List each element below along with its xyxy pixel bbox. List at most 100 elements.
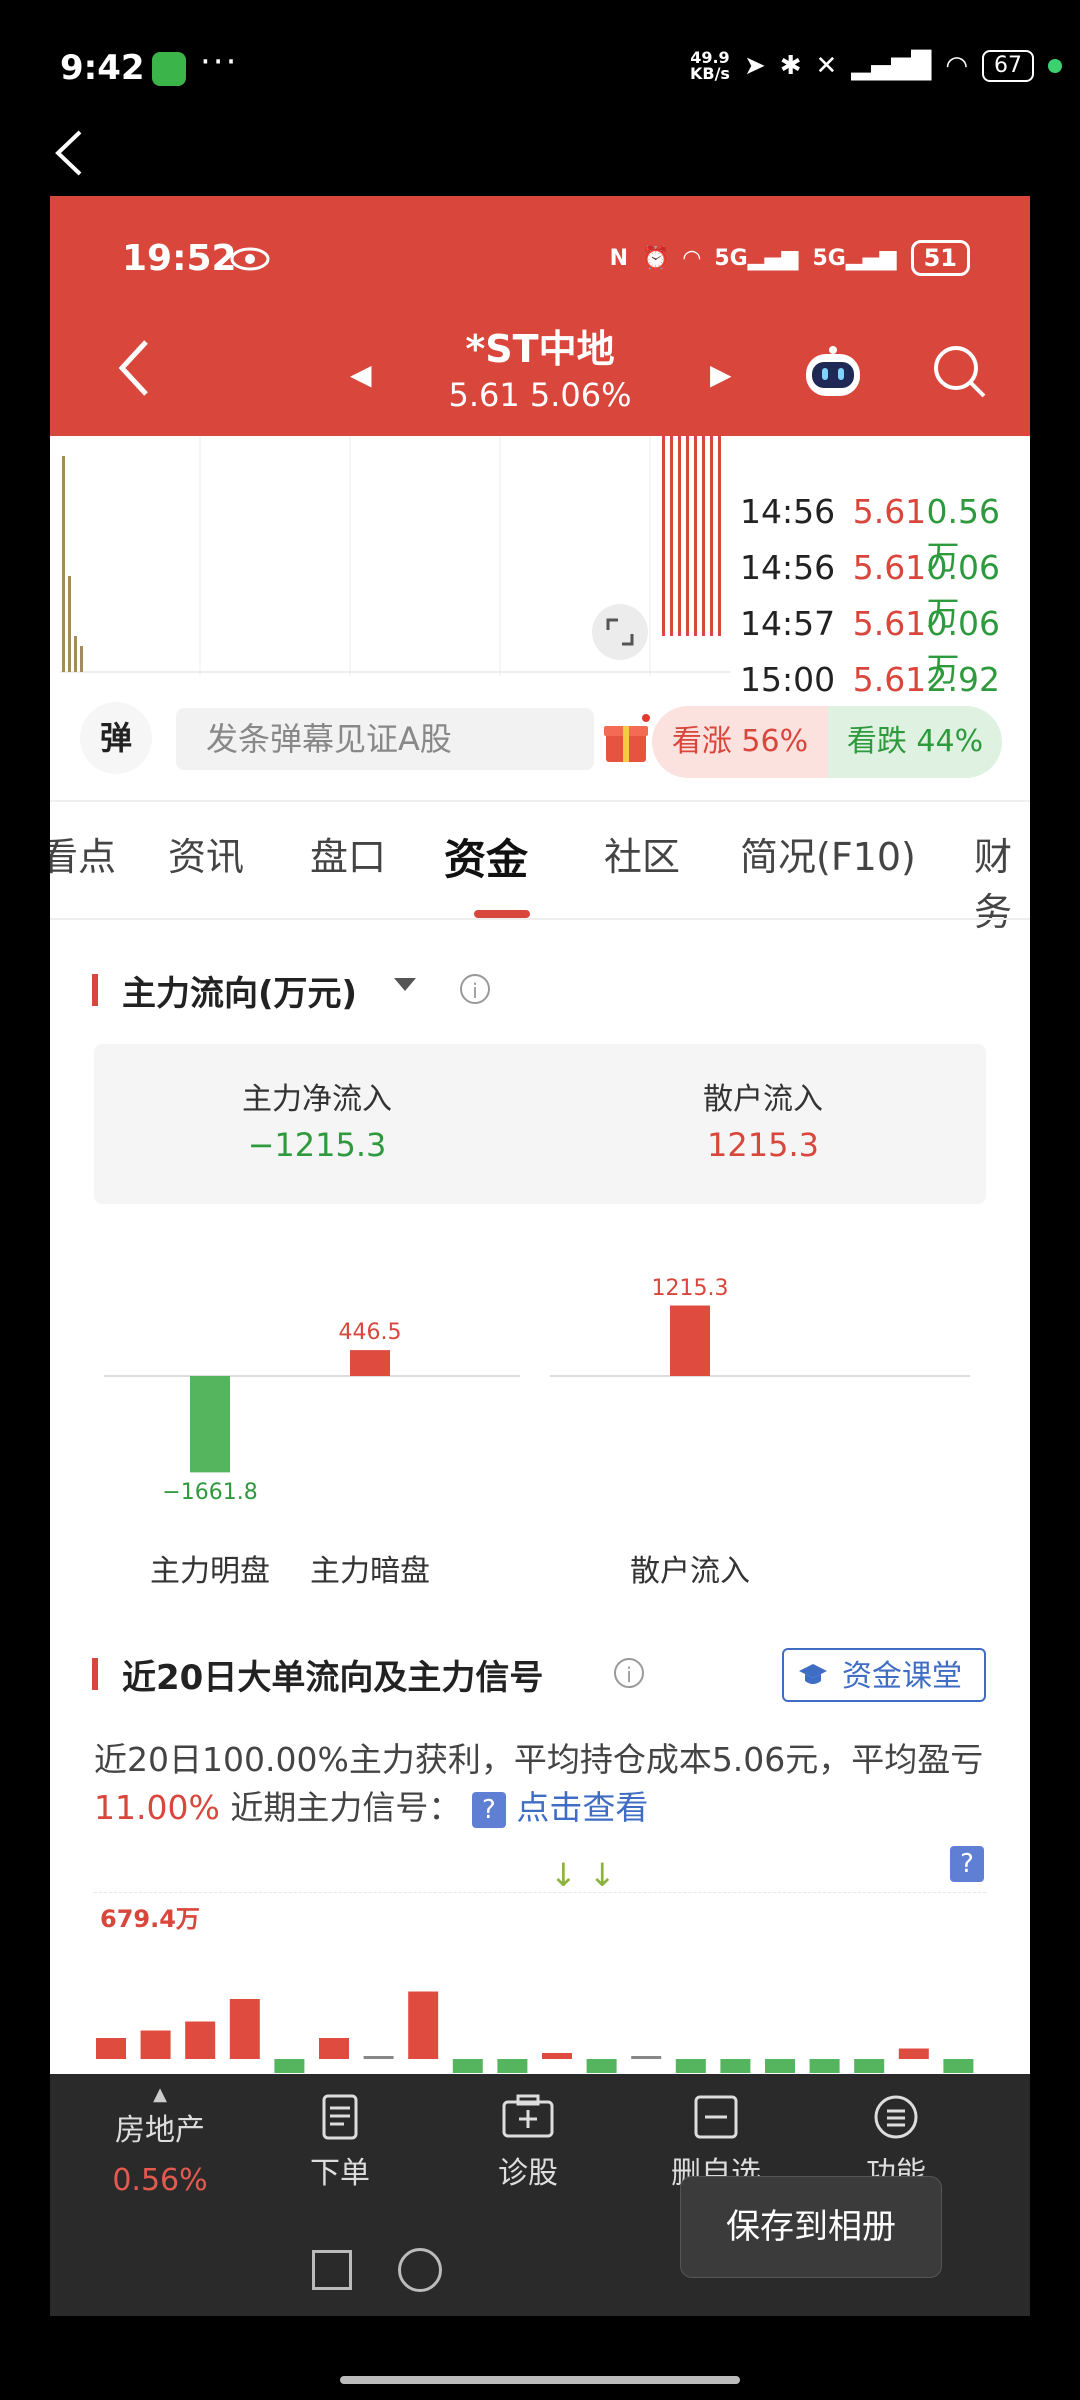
home-indicator[interactable] <box>340 2376 740 2384</box>
order-button[interactable]: 下单 <box>260 2094 420 2192</box>
danmu-input[interactable]: 发条弹幕见证A股 <box>176 708 594 770</box>
save-to-album-button[interactable]: 保存到相册 <box>680 2176 942 2278</box>
inner-status-icons: N ⏰ ◠ 5G▂▄▆ 5G▂▄▆ 51 <box>610 240 970 276</box>
tick-price: 5.61 <box>852 492 927 531</box>
back-icon[interactable] <box>50 128 90 178</box>
daily-flow-bar <box>765 2059 795 2073</box>
section-marker <box>92 974 98 1006</box>
vote-up-button[interactable]: 看涨 56% <box>652 706 828 778</box>
wifi-icon: ◠ <box>945 51 968 81</box>
sector-pct: 0.56% <box>112 2163 208 2198</box>
location-icon: ➤ <box>743 51 766 81</box>
sentiment-vote: 看涨 56% 看跌 44% <box>652 706 1002 778</box>
desc-pct: 11.00% <box>94 1788 220 1827</box>
order-label: 下单 <box>310 2156 370 2191</box>
daily-flow-bar <box>140 2030 171 2059</box>
sector-name: 房地产 <box>115 2113 205 2148</box>
app-notification-icon <box>152 52 186 86</box>
daily-flow-bar <box>542 2053 572 2059</box>
next-stock-icon[interactable]: ▶ <box>710 358 732 391</box>
divider <box>50 918 1030 920</box>
tick-time: 14:56 <box>740 492 836 531</box>
daily-flow-bar <box>452 2059 483 2073</box>
alarm-icon: ⏰ <box>642 245 670 271</box>
info-icon[interactable]: i <box>460 974 490 1004</box>
bar-category-label: 主力暗盘 <box>310 1554 430 1589</box>
tab-community[interactable]: 社区 <box>604 826 680 881</box>
bar-value-label: 446.5 <box>338 1320 402 1346</box>
tab-orderbook[interactable]: 盘口 <box>310 826 386 881</box>
tick-volume: 0.06万 <box>926 548 1001 633</box>
main-flow-title[interactable]: 主力流向(万元) <box>122 966 357 1015</box>
daily-flow-bar <box>319 2038 349 2059</box>
daily-flow-bar <box>96 2038 126 2059</box>
tick-price: 5.61 <box>852 604 927 643</box>
daily-flow-bar <box>631 2056 662 2059</box>
tab-highlights[interactable]: 看点 <box>50 826 116 881</box>
daily-flow-bar <box>720 2059 751 2073</box>
signal-description: 近20日100.00%主力获利，平均持仓成本5.06元，平均盈亏 11.00% 近… <box>94 1736 994 1832</box>
capital-class-button[interactable]: 资金课堂 <box>782 1648 986 1702</box>
bar-category-label: 散户流入 <box>630 1554 750 1589</box>
info-icon[interactable]: i <box>614 1658 644 1688</box>
bluetooth-icon: ✱ <box>779 51 802 81</box>
menu-icon <box>874 2095 918 2139</box>
desc-text: 近20日100.00%主力获利，平均持仓成本5.06元，平均盈亏 <box>94 1740 984 1779</box>
flow-summary-card: 主力净流入 −1215.3 散户流入 1215.3 <box>94 1044 986 1204</box>
bar-0 <box>190 1376 230 1473</box>
view-signal-link[interactable]: 点击查看 <box>516 1788 648 1827</box>
question-icon[interactable]: ? <box>471 1791 506 1828</box>
sector-button[interactable]: ▲ 房地产 0.56% <box>80 2084 240 2198</box>
wifi-icon: ◠ <box>683 245 701 271</box>
gift-icon[interactable] <box>600 714 652 766</box>
retail-inflow-label: 散户流入 <box>703 1082 823 1117</box>
tick-row: 14:56 5.61 0.56万 <box>740 492 1030 577</box>
daily-flow-bar <box>497 2059 528 2073</box>
tick-time: 14:57 <box>740 604 836 643</box>
remove-watchlist-icon <box>694 2095 738 2139</box>
bar-category-label: 主力明盘 <box>150 1554 270 1589</box>
tab-capital[interactable]: 资金 <box>444 826 528 887</box>
daily-flow-bar <box>363 2056 394 2059</box>
large-order-flow-chart[interactable]: 679.4万 <box>94 1892 986 2073</box>
tick-list: 14:56 5.61 0.56万 14:56 5.61 0.06万 14:57 5.61 0.0… <box>740 432 1030 745</box>
fullscreen-icon[interactable] <box>592 604 648 660</box>
more-notifications-icon: ··· <box>200 42 239 82</box>
robot-assistant-icon[interactable] <box>802 346 864 400</box>
danmu-bar: 弹 发条弹幕见证A股 <box>80 702 660 774</box>
battery-icon: 51 <box>910 240 970 276</box>
tick-volume: 0.06万 <box>926 604 1001 689</box>
search-icon[interactable] <box>930 342 990 402</box>
retail-inflow-value: 1215.3 <box>707 1126 819 1164</box>
mute-icon: ✕ <box>815 51 838 81</box>
daily-flow-bar <box>408 1991 439 2059</box>
tab-news[interactable]: 资讯 <box>168 826 244 881</box>
bar-value-label: 1215.3 <box>651 1275 729 1301</box>
recent-apps-icon[interactable] <box>312 2250 352 2290</box>
battery-icon: 67 <box>982 50 1034 82</box>
os-status-bar: 9:42 ··· 49.9 KB/s ➤ ✱ ✕ ▂▄▆█ ◠ 67 <box>0 0 1080 140</box>
order-icon <box>322 2094 358 2140</box>
daily-flow-bar <box>229 1999 260 2059</box>
help-icon[interactable]: ? <box>950 1846 984 1882</box>
active-tab-indicator <box>474 910 530 918</box>
vote-down-button[interactable]: 看跌 44% <box>828 706 1002 778</box>
bar-2 <box>670 1305 710 1376</box>
daily-flow-bar <box>898 2048 929 2059</box>
daily-flow-bar <box>809 2059 840 2073</box>
nfc-icon: N <box>609 245 629 271</box>
tick-row: 14:57 5.61 0.06万 <box>740 604 1030 689</box>
tab-bar: 看点 资讯 盘口 资金 社区 简况(F10) 财务 <box>50 826 1030 934</box>
daily-flow-bar <box>943 2059 974 2073</box>
daily-flow-bar <box>675 2059 706 2073</box>
home-icon[interactable] <box>398 2248 442 2292</box>
danmu-toggle[interactable]: 弹 <box>80 702 152 774</box>
bar-1 <box>350 1350 390 1376</box>
diagnose-button[interactable]: 诊股 <box>448 2094 608 2192</box>
screenshot-preview: 19:52 N ⏰ ◠ 5G▂▄▆ 5G▂▄▆ 51 ◀ *ST中地 5.61 … <box>50 196 1030 2316</box>
chevron-down-icon[interactable] <box>394 978 416 991</box>
diagnose-label: 诊股 <box>498 2156 558 2191</box>
tab-profile[interactable]: 简况(F10) <box>740 826 916 881</box>
inner-time: 19:52 <box>122 238 237 279</box>
net-speed: 49.9 KB/s <box>689 48 730 83</box>
